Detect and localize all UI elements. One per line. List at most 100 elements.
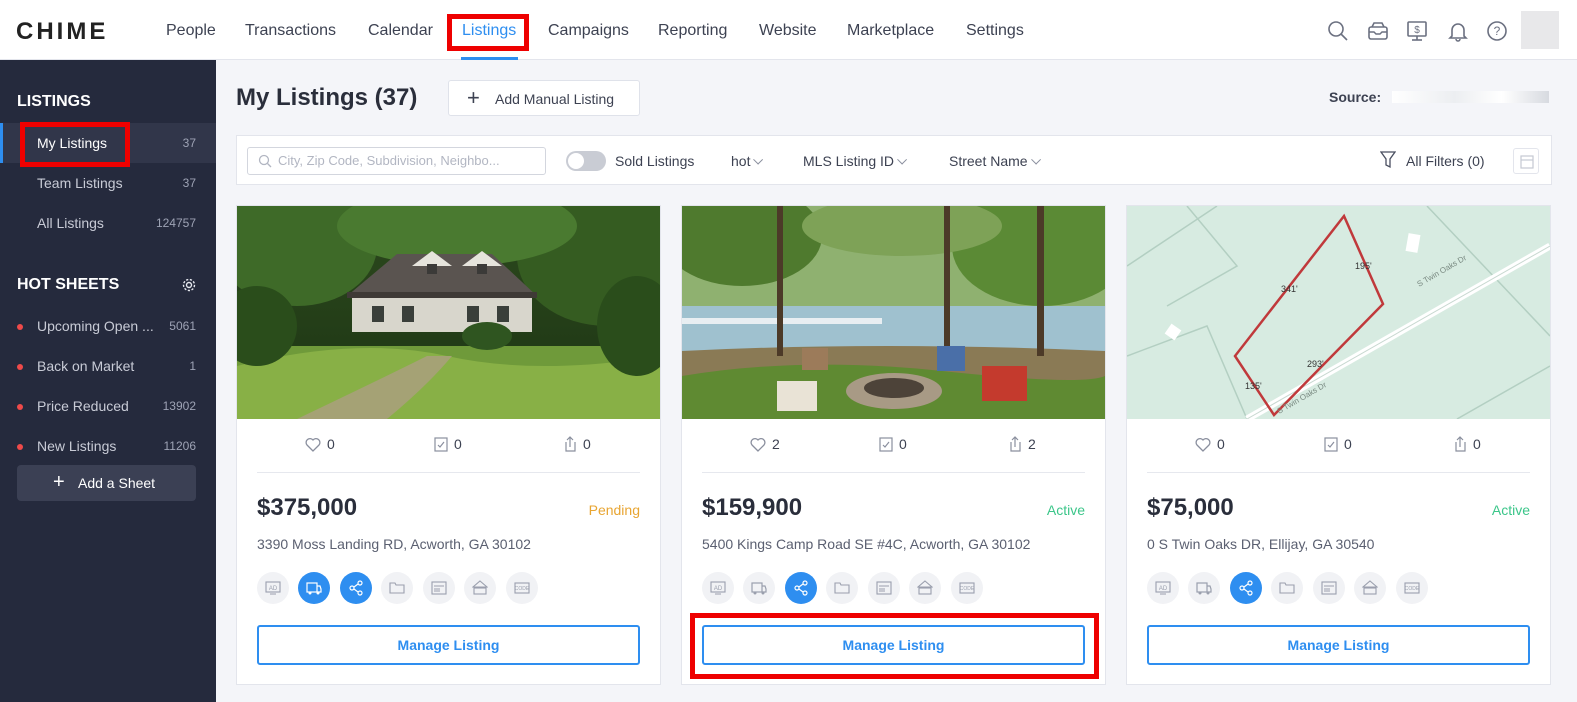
mls-id-label: MLS Listing ID: [803, 153, 895, 169]
filter-icon[interactable]: [1380, 151, 1396, 169]
ad-tool-button[interactable]: AD: [702, 572, 734, 604]
chime-logo[interactable]: CHIME: [16, 18, 108, 46]
search-box[interactable]: [247, 147, 546, 175]
search-icon[interactable]: [1327, 20, 1349, 42]
listing-photo-lakefront[interactable]: [682, 206, 1105, 419]
manage-listing-button[interactable]: Manage Listing: [257, 625, 640, 665]
share-out-icon: [1010, 436, 1021, 452]
likes-stat: 0: [1195, 436, 1225, 452]
code-icon: CODE: [1404, 582, 1420, 594]
help-icon[interactable]: ?: [1486, 20, 1508, 42]
open-house-tool-button[interactable]: [743, 572, 775, 604]
code-icon: CODE: [514, 582, 530, 594]
share-tool-button[interactable]: [340, 572, 372, 604]
card-divider: [1147, 472, 1530, 473]
code-tool-button[interactable]: CODE: [506, 572, 538, 604]
flyer-tool-button[interactable]: [423, 572, 455, 604]
sign-tool-button[interactable]: [1354, 572, 1386, 604]
shares-stat: 0: [1453, 436, 1481, 452]
svg-text:CODE: CODE: [960, 586, 975, 592]
all-filters-button[interactable]: All Filters (0): [1406, 153, 1485, 169]
folder-tool-button[interactable]: [826, 572, 858, 604]
manage-listing-button[interactable]: Manage Listing: [1147, 625, 1530, 665]
search-input[interactable]: [278, 153, 538, 168]
open-house-tool-button[interactable]: [1188, 572, 1220, 604]
flyer-tool-button[interactable]: [1313, 572, 1345, 604]
listing-price: $375,000: [257, 494, 358, 521]
flyer-tool-button[interactable]: [868, 572, 900, 604]
inbox-icon[interactable]: [1367, 20, 1389, 42]
sidebar-item-price-reduced[interactable]: Price Reduced 13902: [0, 386, 216, 426]
shares-stat: 0: [563, 436, 591, 452]
add-sheet-button[interactable]: + Add a Sheet: [17, 465, 196, 501]
ad-icon: AD: [710, 581, 726, 595]
listing-address: 0 S Twin Oaks DR, Ellijay, GA 30540: [1147, 536, 1375, 552]
sidebar-item-count: 5061: [169, 319, 196, 333]
sidebar-item-label: Upcoming Open ...: [37, 318, 154, 334]
sidebar-item-label: Team Listings: [37, 175, 123, 191]
sidebar-item-back-on-market[interactable]: Back on Market 1: [0, 346, 216, 386]
hot-filter-dropdown[interactable]: hot: [731, 153, 764, 169]
billing-icon[interactable]: $: [1406, 20, 1428, 42]
source-label: Source:: [1329, 89, 1382, 105]
listing-photo-lot-map[interactable]: 195' 341' 293' 135' S Twin Oaks Dr S Twi…: [1127, 206, 1550, 419]
hot-sheet-dot: [17, 444, 23, 450]
sidebar-item-label: New Listings: [37, 438, 117, 454]
nav-website[interactable]: Website: [759, 22, 817, 40]
truck-icon: [1196, 582, 1212, 595]
gear-icon[interactable]: [181, 277, 197, 293]
folder-tool-button[interactable]: [1271, 572, 1303, 604]
sidebar-item-team-listings[interactable]: Team Listings 37: [0, 163, 216, 203]
ad-tool-button[interactable]: AD: [1147, 572, 1179, 604]
user-avatar[interactable]: [1521, 11, 1559, 49]
mls-id-dropdown[interactable]: MLS Listing ID: [803, 153, 908, 169]
code-icon: CODE: [959, 582, 975, 594]
street-name-label: Street Name: [949, 153, 1028, 169]
open-house-tool-button[interactable]: [298, 572, 330, 604]
sidebar-item-new-listings[interactable]: New Listings 11206: [0, 426, 216, 466]
nav-people[interactable]: People: [166, 22, 216, 40]
nav-settings[interactable]: Settings: [966, 22, 1024, 40]
sign-tool-button[interactable]: [464, 572, 496, 604]
sign-icon: [472, 580, 488, 595]
nav-calendar[interactable]: Calendar: [368, 22, 433, 40]
sidebar-item-count: 124757: [155, 216, 196, 230]
sidebar-item-label: Price Reduced: [37, 398, 129, 414]
add-sheet-label: Add a Sheet: [78, 475, 156, 491]
nav-campaigns[interactable]: Campaigns: [548, 22, 629, 40]
bell-icon[interactable]: [1447, 20, 1469, 42]
sidebar-item-count: 37: [182, 136, 196, 150]
share-out-icon: [565, 436, 576, 452]
flyer-icon: [876, 581, 892, 595]
calendar-check-icon: [434, 437, 448, 452]
listing-stats: 0 0 0: [1127, 436, 1550, 456]
hot-sheets-heading: HOT SHEETS: [17, 276, 120, 293]
share-tool-button[interactable]: [1230, 572, 1262, 604]
search-icon: [258, 154, 272, 168]
saves-count: 0: [899, 436, 907, 452]
flyer-icon: [1321, 581, 1337, 595]
nav-transactions[interactable]: Transactions: [245, 22, 336, 40]
sign-icon: [1362, 580, 1378, 595]
listing-photo-house[interactable]: [237, 206, 660, 419]
sold-listings-toggle[interactable]: [566, 151, 606, 171]
code-tool-button[interactable]: CODE: [951, 572, 983, 604]
nav-reporting[interactable]: Reporting: [658, 22, 727, 40]
add-manual-listing-button[interactable]: + Add Manual Listing: [448, 80, 640, 116]
folder-tool-button[interactable]: [381, 572, 413, 604]
source-value-redacted[interactable]: [1392, 91, 1549, 103]
code-tool-button[interactable]: CODE: [1396, 572, 1428, 604]
nav-marketplace[interactable]: Marketplace: [847, 22, 934, 40]
hot-sheet-dot: [17, 404, 23, 410]
filter-bar: Sold Listings hot MLS Listing ID Street …: [236, 135, 1552, 185]
street-name-dropdown[interactable]: Street Name: [949, 153, 1041, 169]
sidebar-item-all-listings[interactable]: All Listings 124757: [0, 203, 216, 243]
sidebar-item-upcoming-open[interactable]: Upcoming Open ... 5061: [0, 306, 216, 346]
add-manual-listing-label: Add Manual Listing: [495, 91, 615, 107]
share-tool-button[interactable]: [785, 572, 817, 604]
sign-tool-button[interactable]: [909, 572, 941, 604]
saves-count: 0: [454, 436, 462, 452]
save-filter-button[interactable]: [1513, 148, 1539, 174]
toggle-knob: [568, 153, 584, 169]
ad-tool-button[interactable]: AD: [257, 572, 289, 604]
